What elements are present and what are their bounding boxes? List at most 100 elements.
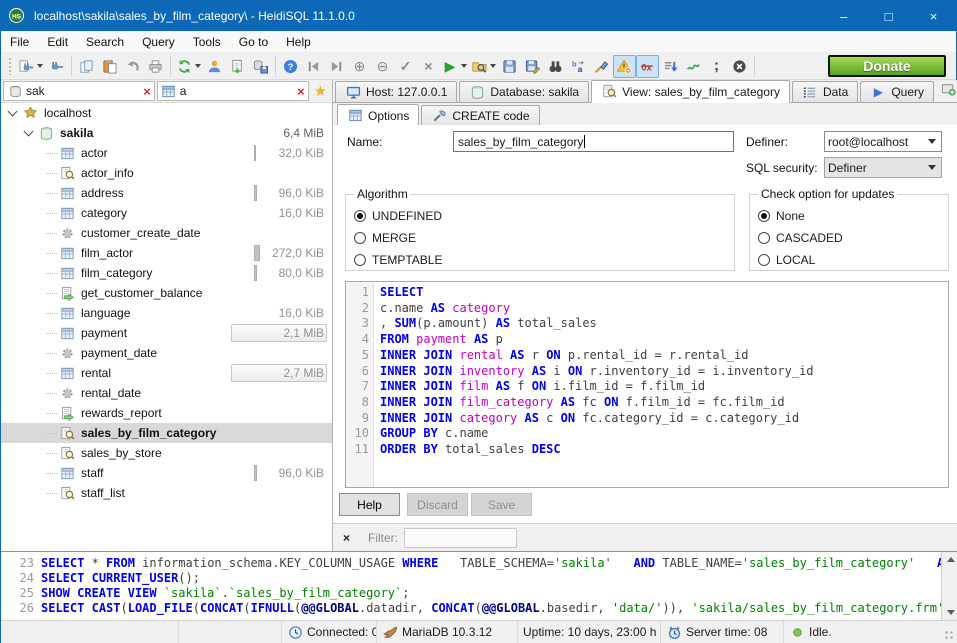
menu-go-to[interactable]: Go to <box>230 32 277 52</box>
radio-icon[interactable] <box>354 232 366 244</box>
print-button[interactable] <box>144 55 167 78</box>
help-button[interactable]: ? <box>279 55 302 78</box>
tree-item-sakila[interactable]: sakila6,4 MiB <box>1 123 332 143</box>
tree-item-customer_create_date[interactable]: customer_create_date <box>1 223 332 243</box>
radio-icon[interactable] <box>758 210 770 222</box>
requery-button[interactable] <box>682 55 705 78</box>
menu-tools[interactable]: Tools <box>184 32 230 52</box>
tree-item-address[interactable]: address96,0 KiB <box>1 183 332 203</box>
tree-item-actor_info[interactable]: actor_info <box>1 163 332 183</box>
tree-item-staff_list[interactable]: staff_list <box>1 483 332 503</box>
export-tables-button[interactable] <box>226 55 249 78</box>
tree-item-payment_date[interactable]: payment_date <box>1 343 332 363</box>
save-button[interactable]: Save <box>471 493 532 516</box>
definer-select[interactable]: root@localhost <box>824 131 942 152</box>
disconnect-button[interactable] <box>45 55 68 78</box>
help-button[interactable]: Help <box>339 493 400 516</box>
hex-literal-button[interactable]: 0x <box>636 55 659 78</box>
tree-filter-input-2[interactable]: a× <box>157 81 309 101</box>
tree-item-get_customer_balance[interactable]: get_customer_balance <box>1 283 332 303</box>
check-option-radio-cascaded[interactable]: CASCADED <box>758 227 940 249</box>
radio-icon[interactable] <box>354 210 366 222</box>
minimize-button[interactable]: – <box>821 1 866 31</box>
clear-filter-icon[interactable]: × <box>143 84 151 99</box>
filter-input[interactable] <box>404 528 517 548</box>
tree-item-payment[interactable]: payment2,1 MiB <box>1 323 332 343</box>
favorites-star-icon[interactable]: ★ <box>311 82 330 100</box>
clear-filter-icon[interactable]: × <box>297 84 305 99</box>
dropdown-arrow-icon[interactable] <box>37 64 43 68</box>
resize-grip[interactable] <box>944 630 954 640</box>
tree-item-rental_date[interactable]: rental_date <box>1 383 332 403</box>
close-button[interactable]: × <box>911 1 956 31</box>
stop-button[interactable] <box>728 55 751 78</box>
warning-filter-button[interactable] <box>613 55 636 78</box>
tree-item-rewards_report[interactable]: rewards_report <box>1 403 332 423</box>
copy-button[interactable] <box>75 55 98 78</box>
save-sql-button[interactable] <box>498 55 521 78</box>
insert-list-button[interactable] <box>659 55 682 78</box>
menu-search[interactable]: Search <box>77 32 133 52</box>
tree-item-sales_by_store[interactable]: sales_by_store <box>1 443 332 463</box>
save-database-button[interactable] <box>249 55 272 78</box>
check-option-radio-none[interactable]: None <box>758 205 940 227</box>
first-row-button[interactable] <box>302 55 325 78</box>
expand-chevron-icon[interactable] <box>24 127 34 137</box>
save-sql-as-button[interactable] <box>521 55 544 78</box>
scroll-down-icon[interactable] <box>942 605 957 620</box>
maximize-button[interactable]: □ <box>866 1 911 31</box>
apply-changes-button[interactable]: ✓ <box>394 55 417 78</box>
undo-button[interactable] <box>121 55 144 78</box>
discard-button[interactable]: Discard <box>407 493 468 516</box>
tab-database-sakila[interactable]: Database: sakila <box>459 81 589 102</box>
tab-create-code[interactable]: CREATE code <box>421 105 539 125</box>
refresh-button[interactable] <box>174 55 203 78</box>
tree-item-staff[interactable]: staff96,0 KiB <box>1 463 332 483</box>
tab-query[interactable]: ▶Query <box>860 81 934 102</box>
dropdown-arrow-icon[interactable] <box>490 64 496 68</box>
radio-icon[interactable] <box>758 232 770 244</box>
algorithm-radio-undefined[interactable]: UNDEFINED <box>354 205 726 227</box>
log-scrollbar[interactable] <box>941 552 957 620</box>
algorithm-radio-temptable[interactable]: TEMPTABLE <box>354 249 726 271</box>
view-name-input[interactable]: sales_by_film_category <box>453 131 734 152</box>
radio-icon[interactable] <box>758 254 770 266</box>
view-sql-editor[interactable]: 1234567891011 SELECTc.name AS category, … <box>345 281 949 488</box>
menu-file[interactable]: File <box>1 32 38 52</box>
tree-item-language[interactable]: language16,0 KiB <box>1 303 332 323</box>
menu-query[interactable]: Query <box>133 32 184 52</box>
delete-row-button[interactable]: ⊖ <box>371 55 394 78</box>
scroll-up-icon[interactable] <box>942 552 957 567</box>
tree-item-film_category[interactable]: film_category80,0 KiB <box>1 263 332 283</box>
algorithm-radio-merge[interactable]: MERGE <box>354 227 726 249</box>
menu-edit[interactable]: Edit <box>38 32 77 52</box>
discard-changes-button[interactable]: × <box>417 55 440 78</box>
beautify-sql-button[interactable] <box>590 55 613 78</box>
execute-sql-button[interactable]: ▶ <box>440 55 469 78</box>
tree-item-film_actor[interactable]: film_actor272,0 KiB <box>1 243 332 263</box>
tree-filter-input-1[interactable]: sak× <box>3 81 155 101</box>
tab-options[interactable]: Options <box>337 104 419 126</box>
tab-data[interactable]: Data <box>792 81 858 102</box>
tree-item-actor[interactable]: actor32,0 KiB <box>1 143 332 163</box>
check-option-radio-local[interactable]: LOCAL <box>758 249 940 271</box>
session-manager-button[interactable] <box>16 55 45 78</box>
donate-button[interactable]: Donate <box>828 55 946 77</box>
tree-item-category[interactable]: category16,0 KiB <box>1 203 332 223</box>
expand-chevron-icon[interactable] <box>8 107 18 117</box>
replace-text-button[interactable]: ba <box>567 55 590 78</box>
dropdown-arrow-icon[interactable] <box>195 64 201 68</box>
tab-view-sales-by-film-category[interactable]: View: sales_by_film_category <box>591 80 790 103</box>
new-query-tab-button[interactable] <box>940 81 956 100</box>
menu-help[interactable]: Help <box>277 32 320 52</box>
insert-row-button[interactable]: ⊕ <box>348 55 371 78</box>
tab-host-127-0-0-1[interactable]: Host: 127.0.0.1 <box>335 81 457 102</box>
tree-item-rental[interactable]: rental2,7 MiB <box>1 363 332 383</box>
tree-item-sales_by_film_category[interactable]: sales_by_film_category <box>1 423 332 443</box>
radio-icon[interactable] <box>354 254 366 266</box>
user-manager-button[interactable] <box>203 55 226 78</box>
last-row-button[interactable] <box>325 55 348 78</box>
paste-button[interactable] <box>98 55 121 78</box>
sql-security-select[interactable]: Definer <box>824 157 942 178</box>
tree-item-localhost[interactable]: localhost <box>1 103 332 123</box>
